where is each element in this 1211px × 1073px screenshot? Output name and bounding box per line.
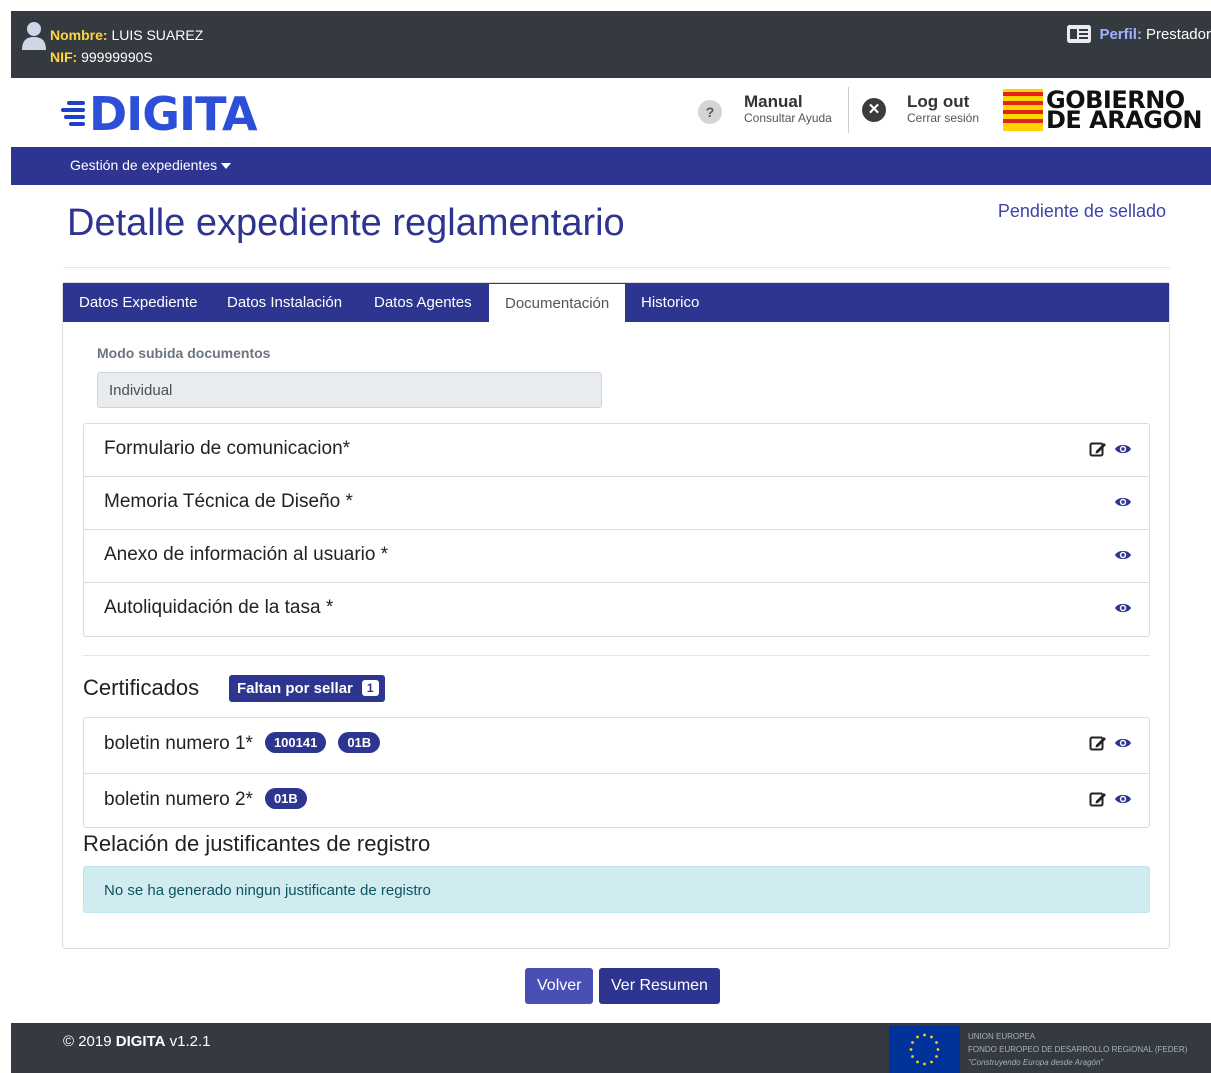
gobierno-aragon-logo: GOBIERNO DE ARAGON	[1003, 88, 1203, 134]
upload-mode-label: Modo subida documentos	[97, 345, 271, 361]
eye-icon[interactable]	[1114, 734, 1132, 752]
tab-datos-instalacion[interactable]: Datos Instalación	[227, 283, 342, 322]
nav-gestion-expedientes-label: Gestión de expedientes	[70, 157, 218, 173]
certificado-actions	[1089, 734, 1132, 752]
eye-icon[interactable]	[1114, 546, 1132, 564]
upload-mode-field[interactable]	[97, 372, 602, 408]
manual-title: Manual	[744, 92, 803, 111]
list-item: Autoliquidación de la tasa *	[84, 583, 1149, 636]
tab-bar: Datos Expediente Datos Instalación Datos…	[63, 283, 1169, 322]
copyright-brand: DIGITA	[115, 1033, 166, 1050]
user-nif: 99999990S	[81, 49, 153, 65]
document-actions	[1114, 493, 1132, 511]
logout-title: Log out	[907, 92, 970, 111]
list-item: Formulario de comunicacion*	[84, 424, 1149, 477]
eu-line1: UNION EUROPEA	[968, 1032, 1036, 1041]
logout-subtitle: Cerrar sesión	[907, 111, 980, 125]
user-bar: Nombre: LUIS SUAREZ NIF: 99999990S Perfi…	[11, 11, 1211, 78]
edit-icon[interactable]	[1089, 734, 1107, 752]
manual-subtitle: Consultar Ayuda	[744, 111, 832, 125]
aragon-flag-icon	[1003, 89, 1043, 131]
tab-documentacion[interactable]: Documentación	[489, 283, 626, 322]
status-label: Pendiente de sellado	[997, 201, 1166, 221]
title-divider	[63, 267, 1170, 268]
faltan-por-sellar-badge: Faltan por sellar 1	[229, 675, 385, 702]
certificado-label: boletin numero 2* 01B	[104, 788, 307, 811]
certificado-label: boletin numero 1* 100141 01B	[104, 732, 381, 755]
certificados-title: Certificados	[83, 675, 200, 700]
copyright: © 2019 DIGITA v1.2.1	[63, 1033, 211, 1050]
tab-datos-expediente[interactable]: Datos Expediente	[79, 283, 197, 322]
document-label: Anexo de información al usuario *	[104, 544, 389, 565]
document-label: Memoria Técnica de Diseño *	[104, 491, 353, 512]
code-pill: 100141	[264, 732, 327, 753]
document-actions	[1089, 440, 1132, 458]
user-icon	[22, 22, 46, 50]
edit-icon[interactable]	[1089, 790, 1107, 808]
list-item: Anexo de información al usuario *	[84, 530, 1149, 583]
document-label: Formulario de comunicacion*	[104, 438, 351, 459]
eye-icon[interactable]	[1114, 493, 1132, 511]
eu-line2: FONDO EUROPEO DE DESARROLLO REGIONAL (FE…	[968, 1045, 1188, 1054]
brand-header: DIGITA ? Manual Consultar Ayuda ✕ Log ou…	[11, 78, 1211, 147]
user-name: LUIS SUAREZ	[111, 27, 204, 43]
gobierno-aragon-text: GOBIERNO DE ARAGON	[1046, 88, 1203, 134]
caret-down-icon	[221, 163, 232, 170]
certificado-actions	[1089, 790, 1132, 808]
eu-funding-text: UNION EUROPEA FONDO EUROPEO DE DESARROLL…	[968, 1030, 1187, 1069]
section-divider	[83, 655, 1150, 656]
digita-logo[interactable]: DIGITA	[61, 87, 258, 141]
eye-icon[interactable]	[1114, 790, 1132, 808]
certificado-name: boletin numero 2*	[104, 789, 253, 810]
badge-count: 1	[361, 680, 379, 696]
ver-resumen-button[interactable]: Ver Resumen	[599, 968, 720, 1004]
nav-gestion-expedientes-dropdown[interactable]: Gestión de expedientes	[70, 157, 232, 173]
justificantes-empty-alert: No se ha generado ningun justificante de…	[83, 866, 1150, 913]
name-key: Nombre:	[50, 27, 108, 43]
document-actions	[1114, 599, 1132, 617]
profile-key: Perfil:	[1099, 25, 1142, 43]
list-item: Memoria Técnica de Diseño *	[84, 477, 1149, 530]
digita-logo-lines-icon	[61, 101, 85, 126]
app-version: v1.2.1	[169, 1033, 211, 1050]
document-label: Autoliquidación de la tasa *	[104, 597, 334, 618]
document-actions	[1114, 546, 1132, 564]
logout-icon[interactable]: ✕	[862, 98, 886, 122]
user-info: Nombre: LUIS SUAREZ NIF: 99999990S	[50, 24, 203, 68]
code-pill: 01B	[264, 788, 307, 809]
page-title: Detalle expediente reglamentario	[67, 202, 625, 244]
eye-icon[interactable]	[1114, 440, 1132, 458]
certificados-list: boletin numero 1* 100141 01B boletin numer…	[83, 717, 1150, 828]
profile-info: Perfil: Prestador	[1067, 25, 1211, 43]
logout-link[interactable]: Log out Cerrar sesión	[907, 93, 979, 127]
footer: © 2019 DIGITA v1.2.1 UNION EUROPEA FONDO…	[11, 1023, 1211, 1073]
profile-value: Prestador	[1145, 25, 1211, 43]
tab-historico[interactable]: Historico	[641, 283, 699, 322]
tab-datos-agentes[interactable]: Datos Agentes	[374, 283, 472, 322]
nif-key: NIF:	[50, 49, 78, 65]
main-navbar: Gestión de expedientes	[11, 147, 1211, 185]
help-icon[interactable]: ?	[698, 100, 722, 124]
volver-button[interactable]: Volver	[525, 968, 594, 1004]
list-item: boletin numero 2* 01B	[84, 774, 1149, 827]
header-divider	[848, 87, 849, 133]
documents-list: Formulario de comunicacion* Memoria Técn…	[83, 423, 1150, 637]
gov-line2: DE ARAGON	[1046, 106, 1203, 134]
manual-link[interactable]: Manual Consultar Ayuda	[744, 93, 832, 127]
eye-icon[interactable]	[1114, 599, 1132, 617]
detail-card: Datos Expediente Datos Instalación Datos…	[62, 282, 1170, 949]
eu-line3: "Construyendo Europa desde Aragón"	[968, 1058, 1104, 1067]
list-item: boletin numero 1* 100141 01B	[84, 718, 1149, 774]
id-card-icon	[1067, 25, 1092, 43]
eu-flag-icon	[889, 1026, 960, 1073]
justificantes-title: Relación de justificantes de registro	[83, 831, 431, 856]
badge-label: Faltan por sellar	[237, 680, 353, 697]
copyright-prefix: © 2019	[63, 1033, 112, 1050]
edit-icon[interactable]	[1089, 440, 1107, 458]
code-pill: 01B	[338, 732, 381, 753]
digita-logo-text: DIGITA	[89, 87, 258, 141]
certificado-name: boletin numero 1*	[104, 733, 253, 754]
